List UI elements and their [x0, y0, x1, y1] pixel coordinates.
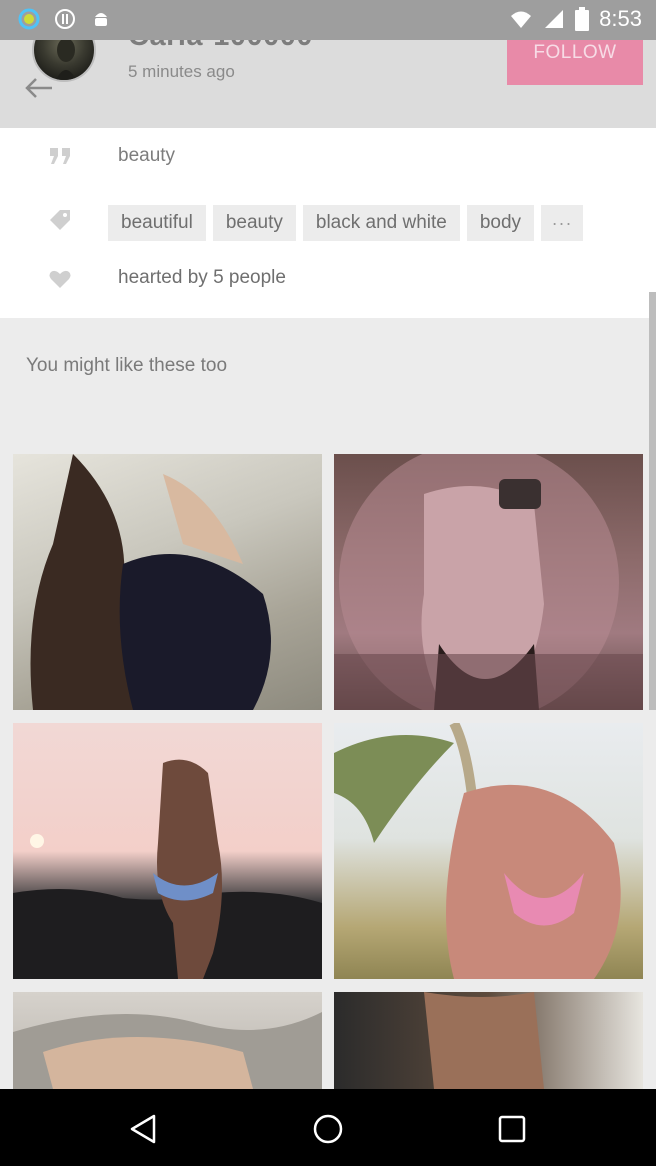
suggested-image[interactable]: [13, 723, 322, 979]
tag-list: beautiful beauty black and white body ··…: [108, 205, 584, 241]
hearted-count[interactable]: hearted by 5 people: [118, 267, 286, 289]
post-time: 5 minutes ago: [128, 62, 235, 81]
suggestions-title: You might like these too: [26, 355, 228, 376]
status-time: 8:53: [599, 6, 642, 31]
tag-chip[interactable]: beauty: [212, 205, 296, 241]
quote-icon: [50, 148, 70, 164]
post-caption: beauty: [118, 145, 176, 166]
home-nav-icon[interactable]: [310, 1111, 346, 1147]
battery-icon: [575, 7, 590, 31]
more-tags-button[interactable]: ···: [541, 205, 584, 241]
back-arrow-icon[interactable]: [24, 76, 54, 100]
suggested-image[interactable]: [334, 723, 643, 979]
android-icon: [95, 13, 107, 26]
suggested-image[interactable]: [13, 992, 322, 1089]
recents-nav-icon[interactable]: [494, 1111, 530, 1147]
back-nav-icon[interactable]: [126, 1111, 162, 1147]
tag-chip[interactable]: body: [466, 205, 535, 241]
suggested-image[interactable]: [13, 454, 322, 710]
tag-chip[interactable]: black and white: [302, 205, 460, 241]
suggested-image[interactable]: [334, 454, 643, 710]
system-navigation-bar: [0, 1089, 656, 1166]
tag-chip[interactable]: beautiful: [108, 205, 206, 241]
heart-icon: [49, 270, 71, 288]
status-bar: 8:53: [0, 0, 656, 40]
app-screen: Carla-100000 5 minutes ago FOLLOW: [0, 0, 656, 1089]
wifi-icon: [511, 11, 532, 28]
post-header: Carla-100000 5 minutes ago FOLLOW: [0, 18, 656, 128]
scrollbar[interactable]: [649, 292, 656, 710]
tag-icon: [50, 210, 70, 230]
notification-icon: [55, 9, 75, 29]
post-info-panel: beauty beautiful beauty black and white …: [0, 128, 656, 318]
signal-icon: [545, 10, 564, 28]
suggested-image[interactable]: [334, 992, 643, 1089]
circle-app-icon: [18, 8, 40, 30]
